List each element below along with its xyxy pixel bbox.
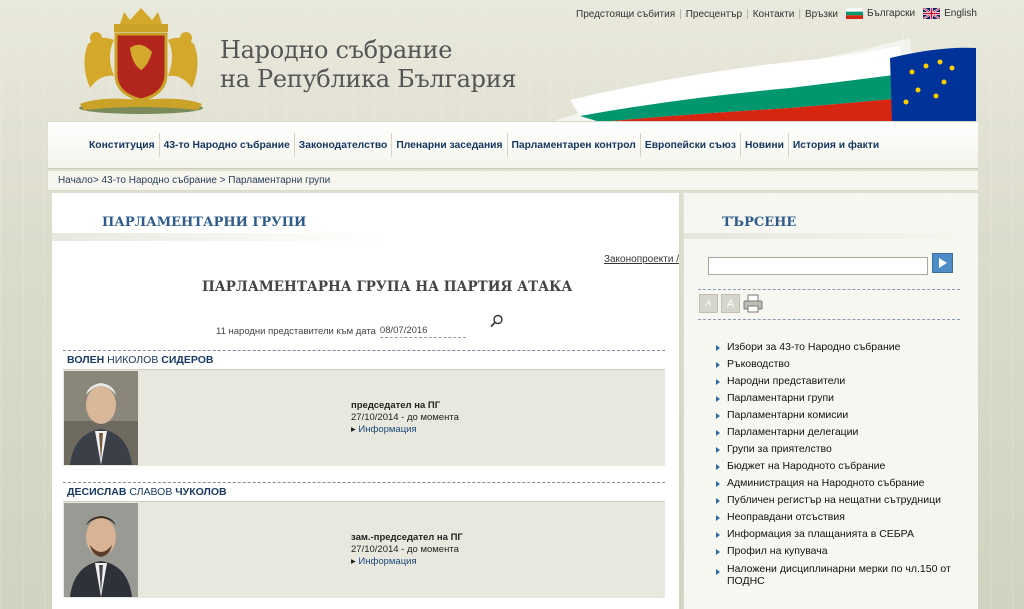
main-nav-plenary[interactable]: Пленарни заседания [393, 140, 505, 151]
top-nav-links[interactable]: Връзки [801, 9, 842, 20]
sidebar-links: Избори за 43-то Народно събрание Ръковод… [716, 339, 956, 587]
group-title: ПАРЛАМЕНТАРНА ГРУПА НА ПАРТИЯ АТАКА [202, 279, 573, 295]
text-tools: A A [699, 294, 763, 313]
bulgaria-flag-icon [845, 8, 863, 20]
member-role: зам.-председател на ПГ [351, 532, 463, 543]
lang-english[interactable]: English [919, 8, 981, 20]
member-name[interactable]: ДЕСИСЛАВ СЛАВОВ ЧУКОЛОВ [63, 482, 665, 502]
member-info: председател на ПГ 27/10/2014 - до момент… [351, 400, 459, 436]
main-nav-separator [158, 133, 160, 157]
top-nav-events[interactable]: Предстоящи събития [572, 9, 679, 20]
member-first-name: ВОЛЕН [67, 354, 105, 366]
member-first-name: ДЕСИСЛАВ [67, 486, 127, 498]
sidebar-link[interactable]: Бюджет на Народното събрание [716, 458, 956, 475]
main-nav-control[interactable]: Парламентарен контрол [509, 140, 639, 151]
site-header: Народно събрание на Република България П… [0, 0, 1024, 122]
search-submit-button[interactable] [932, 253, 953, 273]
breadcrumb[interactable]: Начало> 43-то Народно събрание > Парламе… [48, 171, 978, 191]
member-info-link[interactable]: Информация [358, 556, 416, 567]
main-nav-separator [787, 133, 789, 157]
member-info-link[interactable]: Информация [358, 424, 416, 435]
date-input[interactable] [379, 324, 466, 338]
font-increase-label: A [726, 297, 735, 310]
bills-link[interactable]: Законопроекти / [604, 254, 679, 265]
main-nav-news[interactable]: Новини [742, 140, 787, 151]
main-nav-43-assembly[interactable]: 43-то Народно събрание [161, 140, 293, 151]
font-decrease-button[interactable]: A [699, 294, 718, 313]
main-nav-separator [391, 133, 393, 157]
sidebar-link[interactable]: Администрация на Народното събрание [716, 475, 956, 492]
sidebar-link[interactable]: Народни представители [716, 373, 956, 390]
font-decrease-label: A [705, 299, 712, 308]
site-title-line2: на Република България [220, 65, 517, 93]
main-nav-separator [293, 133, 295, 157]
font-increase-button[interactable]: A [721, 294, 740, 313]
lang-bulgarian[interactable]: Български [842, 8, 919, 20]
member-middle-name: НИКОЛОВ [107, 354, 159, 366]
sidebar-link[interactable]: Парламентарни групи [716, 390, 956, 407]
lang-bulgarian-label: Български [866, 8, 916, 20]
coat-of-arms-logo[interactable] [70, 4, 212, 116]
sidebar-link[interactable]: Публичен регистър на нещатни сътрудници [716, 492, 956, 509]
main-nav-separator [639, 133, 641, 157]
member-middle-name: СЛАВОВ [129, 486, 173, 498]
member-photo[interactable] [64, 503, 138, 597]
play-arrow-icon [939, 258, 947, 268]
main-nav-constitution[interactable]: Конституция [86, 140, 158, 151]
sidebar-link[interactable]: Групи за приятелство [716, 441, 956, 458]
member-role: председател на ПГ [351, 400, 441, 411]
top-utility-nav: Предстоящи събития | Пресцентър | Контак… [572, 6, 981, 22]
sidebar-link[interactable]: Профил на купувача [716, 543, 956, 560]
member-photo[interactable] [64, 371, 138, 465]
site-title-line1: Народно събрание [220, 36, 453, 64]
main-nav: Конституция 43-то Народно събрание Закон… [48, 121, 978, 169]
member-last-name: ЧУКОЛОВ [175, 486, 227, 498]
member-card-body: председател на ПГ 27/10/2014 - до момент… [63, 370, 665, 466]
member-period: 27/10/2014 - до момента [351, 412, 459, 423]
main-nav-separator [739, 133, 741, 157]
sidebar-link[interactable]: Парламентарни комисии [716, 407, 956, 424]
sidebar-divider [698, 319, 960, 320]
sidebar-link[interactable]: Наложени дисциплинарни мерки по чл.150 о… [716, 563, 956, 587]
heading-underline [52, 233, 392, 241]
flags-banner [550, 38, 976, 122]
search-input[interactable] [708, 257, 928, 275]
main-nav-history[interactable]: История и факти [790, 140, 882, 151]
member-card-body: зам.-председател на ПГ 27/10/2014 - до м… [63, 502, 665, 598]
sidebar-link[interactable]: Ръководство [716, 356, 956, 373]
sidebar-divider [698, 289, 960, 290]
member-count-line: 11 народни представители към дата [216, 324, 466, 338]
uk-flag-icon [923, 8, 941, 20]
main-content: ПАРЛАМЕНТАРНИ ГРУПИ Законопроекти / ПАРЛ… [52, 193, 679, 609]
member-card: ВОЛЕН НИКОЛОВ СИДЕРОВ председател на ПГ … [63, 350, 665, 470]
member-last-name: СИДЕРОВ [161, 354, 214, 366]
sidebar-search-heading: ТЪРСЕНЕ [722, 215, 797, 230]
top-nav-contacts[interactable]: Контакти [749, 9, 799, 20]
sidebar-link[interactable]: Парламентарни делегации [716, 424, 956, 441]
sidebar: ТЪРСЕНЕ A A Избори за 43-то Народно събр… [684, 193, 978, 609]
lang-english-label: English [944, 8, 977, 20]
member-card: ДЕСИСЛАВ СЛАВОВ ЧУКОЛОВ зам.-председател… [63, 482, 665, 602]
member-info: зам.-председател на ПГ 27/10/2014 - до м… [351, 532, 463, 568]
top-nav-press[interactable]: Пресцентър [682, 9, 746, 20]
member-count-text: 11 народни представители към дата [216, 325, 376, 337]
member-period: 27/10/2014 - до момента [351, 544, 459, 555]
main-nav-eu[interactable]: Европейски съюз [642, 140, 739, 151]
printer-icon[interactable] [743, 294, 763, 313]
main-nav-separator [506, 133, 508, 157]
member-name[interactable]: ВОЛЕН НИКОЛОВ СИДЕРОВ [63, 350, 665, 370]
main-nav-legislation[interactable]: Законодателство [296, 140, 391, 151]
sidebar-link[interactable]: Неоправдани отсъствия [716, 509, 956, 526]
sidebar-link[interactable]: Информация за плащанията в СЕБРА [716, 526, 956, 543]
sidebar-heading-underline [684, 233, 978, 239]
page-title: ПАРЛАМЕНТАРНИ ГРУПИ [102, 215, 307, 230]
sidebar-link[interactable]: Избори за 43-то Народно събрание [716, 339, 956, 356]
search-icon[interactable] [490, 314, 504, 328]
site-title[interactable]: Народно събрание на Република България [220, 36, 517, 94]
